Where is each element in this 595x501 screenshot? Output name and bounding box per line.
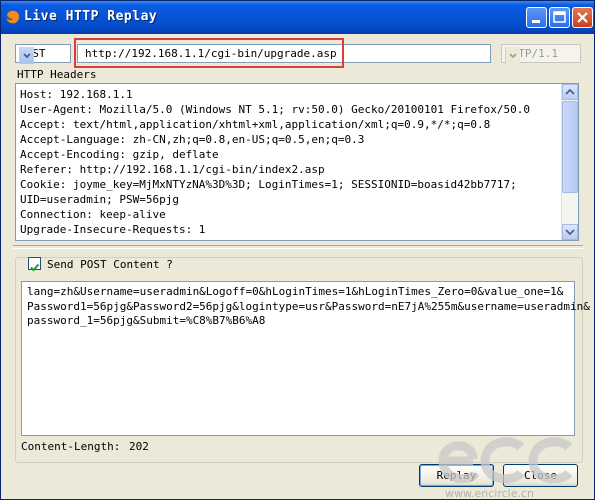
firefox-icon [5, 9, 21, 25]
close-window-button[interactable] [572, 7, 593, 28]
send-post-label: Send POST Content ? [47, 258, 176, 271]
content-length-label: Content-Length: [21, 440, 121, 453]
header-line: Accept-Encoding: gzip, deflate [20, 148, 219, 161]
scroll-down-button[interactable] [562, 224, 578, 240]
header-line: Host: 192.168.1.1 [20, 88, 133, 101]
url-highlight-box [74, 38, 344, 68]
headers-text: Host: 192.168.1.1 User-Agent: Mozilla/5.0… [20, 87, 530, 240]
title-bar[interactable]: Live HTTP Replay [1, 1, 594, 34]
replay-button[interactable]: Replay [419, 464, 494, 487]
content-length: Content-Length: 202 [21, 440, 149, 453]
post-line: password_1=56pjg&Submit=%C8%B7%B6%A8 [27, 314, 266, 327]
dropdown-arrow-icon [23, 53, 31, 59]
minimize-button[interactable] [526, 7, 547, 28]
http-version-select[interactable]: HTTP/1.1 [501, 44, 581, 64]
post-content-textarea[interactable]: lang=zh&Username=useradmin&Logoff=0&hLog… [21, 281, 590, 436]
method-dropdown-button[interactable] [19, 47, 34, 64]
post-line: lang=zh&Username=useradmin&Logoff=0&hLog… [27, 285, 564, 298]
header-line: User-Agent: Mozilla/5.0 (Windows NT 5.1;… [20, 103, 530, 116]
header-line: Upgrade-Insecure-Requests: 1 [20, 223, 206, 236]
header-line: Connection: keep-alive [20, 208, 166, 221]
content-length-value: 202 [129, 440, 149, 453]
minimize-icon [532, 20, 540, 23]
header-line: Referer: http://192.168.1.1/cgi-bin/inde… [20, 163, 325, 176]
header-line: Content-Type: application/x-www-form-url… [20, 237, 530, 240]
send-post-checkbox[interactable] [28, 257, 41, 272]
scroll-thumb[interactable] [562, 101, 578, 193]
post-line: Password1=56pjg&Password2=56pjg&logintyp… [27, 299, 590, 313]
dropdown-arrow-icon [509, 53, 517, 59]
scroll-up-icon [565, 88, 575, 95]
version-dropdown-button[interactable] [505, 47, 520, 64]
method-select[interactable]: POST [15, 44, 71, 64]
post-content-text: lang=zh&Username=useradmin&Logoff=0&hLog… [27, 285, 590, 329]
headers-scrollbar[interactable] [561, 84, 578, 240]
scroll-down-icon [565, 229, 575, 236]
http-headers-label: HTTP Headers [17, 68, 97, 81]
header-line: Accept: text/html,application/xhtml+xml,… [20, 118, 491, 131]
watermark-url: www.encircle.cn [445, 487, 534, 500]
maximize-icon [553, 11, 566, 23]
close-icon [577, 12, 588, 23]
header-line: Cookie: joyme_key=MjMxNTYzNA%3D%3D; Logi… [20, 178, 517, 191]
splitter[interactable] [13, 245, 583, 249]
maximize-button[interactable] [549, 7, 570, 28]
close-button[interactable]: Close [503, 464, 578, 487]
header-line: UID=useradmin; PSW=56pjg [20, 193, 179, 206]
live-http-replay-window: Live HTTP Replay POST http://192.168.1.1… [0, 0, 595, 500]
window-title: Live HTTP Replay [24, 9, 158, 24]
checkmark-icon [30, 263, 40, 272]
scroll-up-button[interactable] [562, 84, 578, 100]
header-line: Accept-Language: zh-CN,zh;q=0.8,en-US;q=… [20, 133, 365, 146]
headers-textarea[interactable]: Host: 192.168.1.1 User-Agent: Mozilla/5.0… [15, 83, 579, 241]
